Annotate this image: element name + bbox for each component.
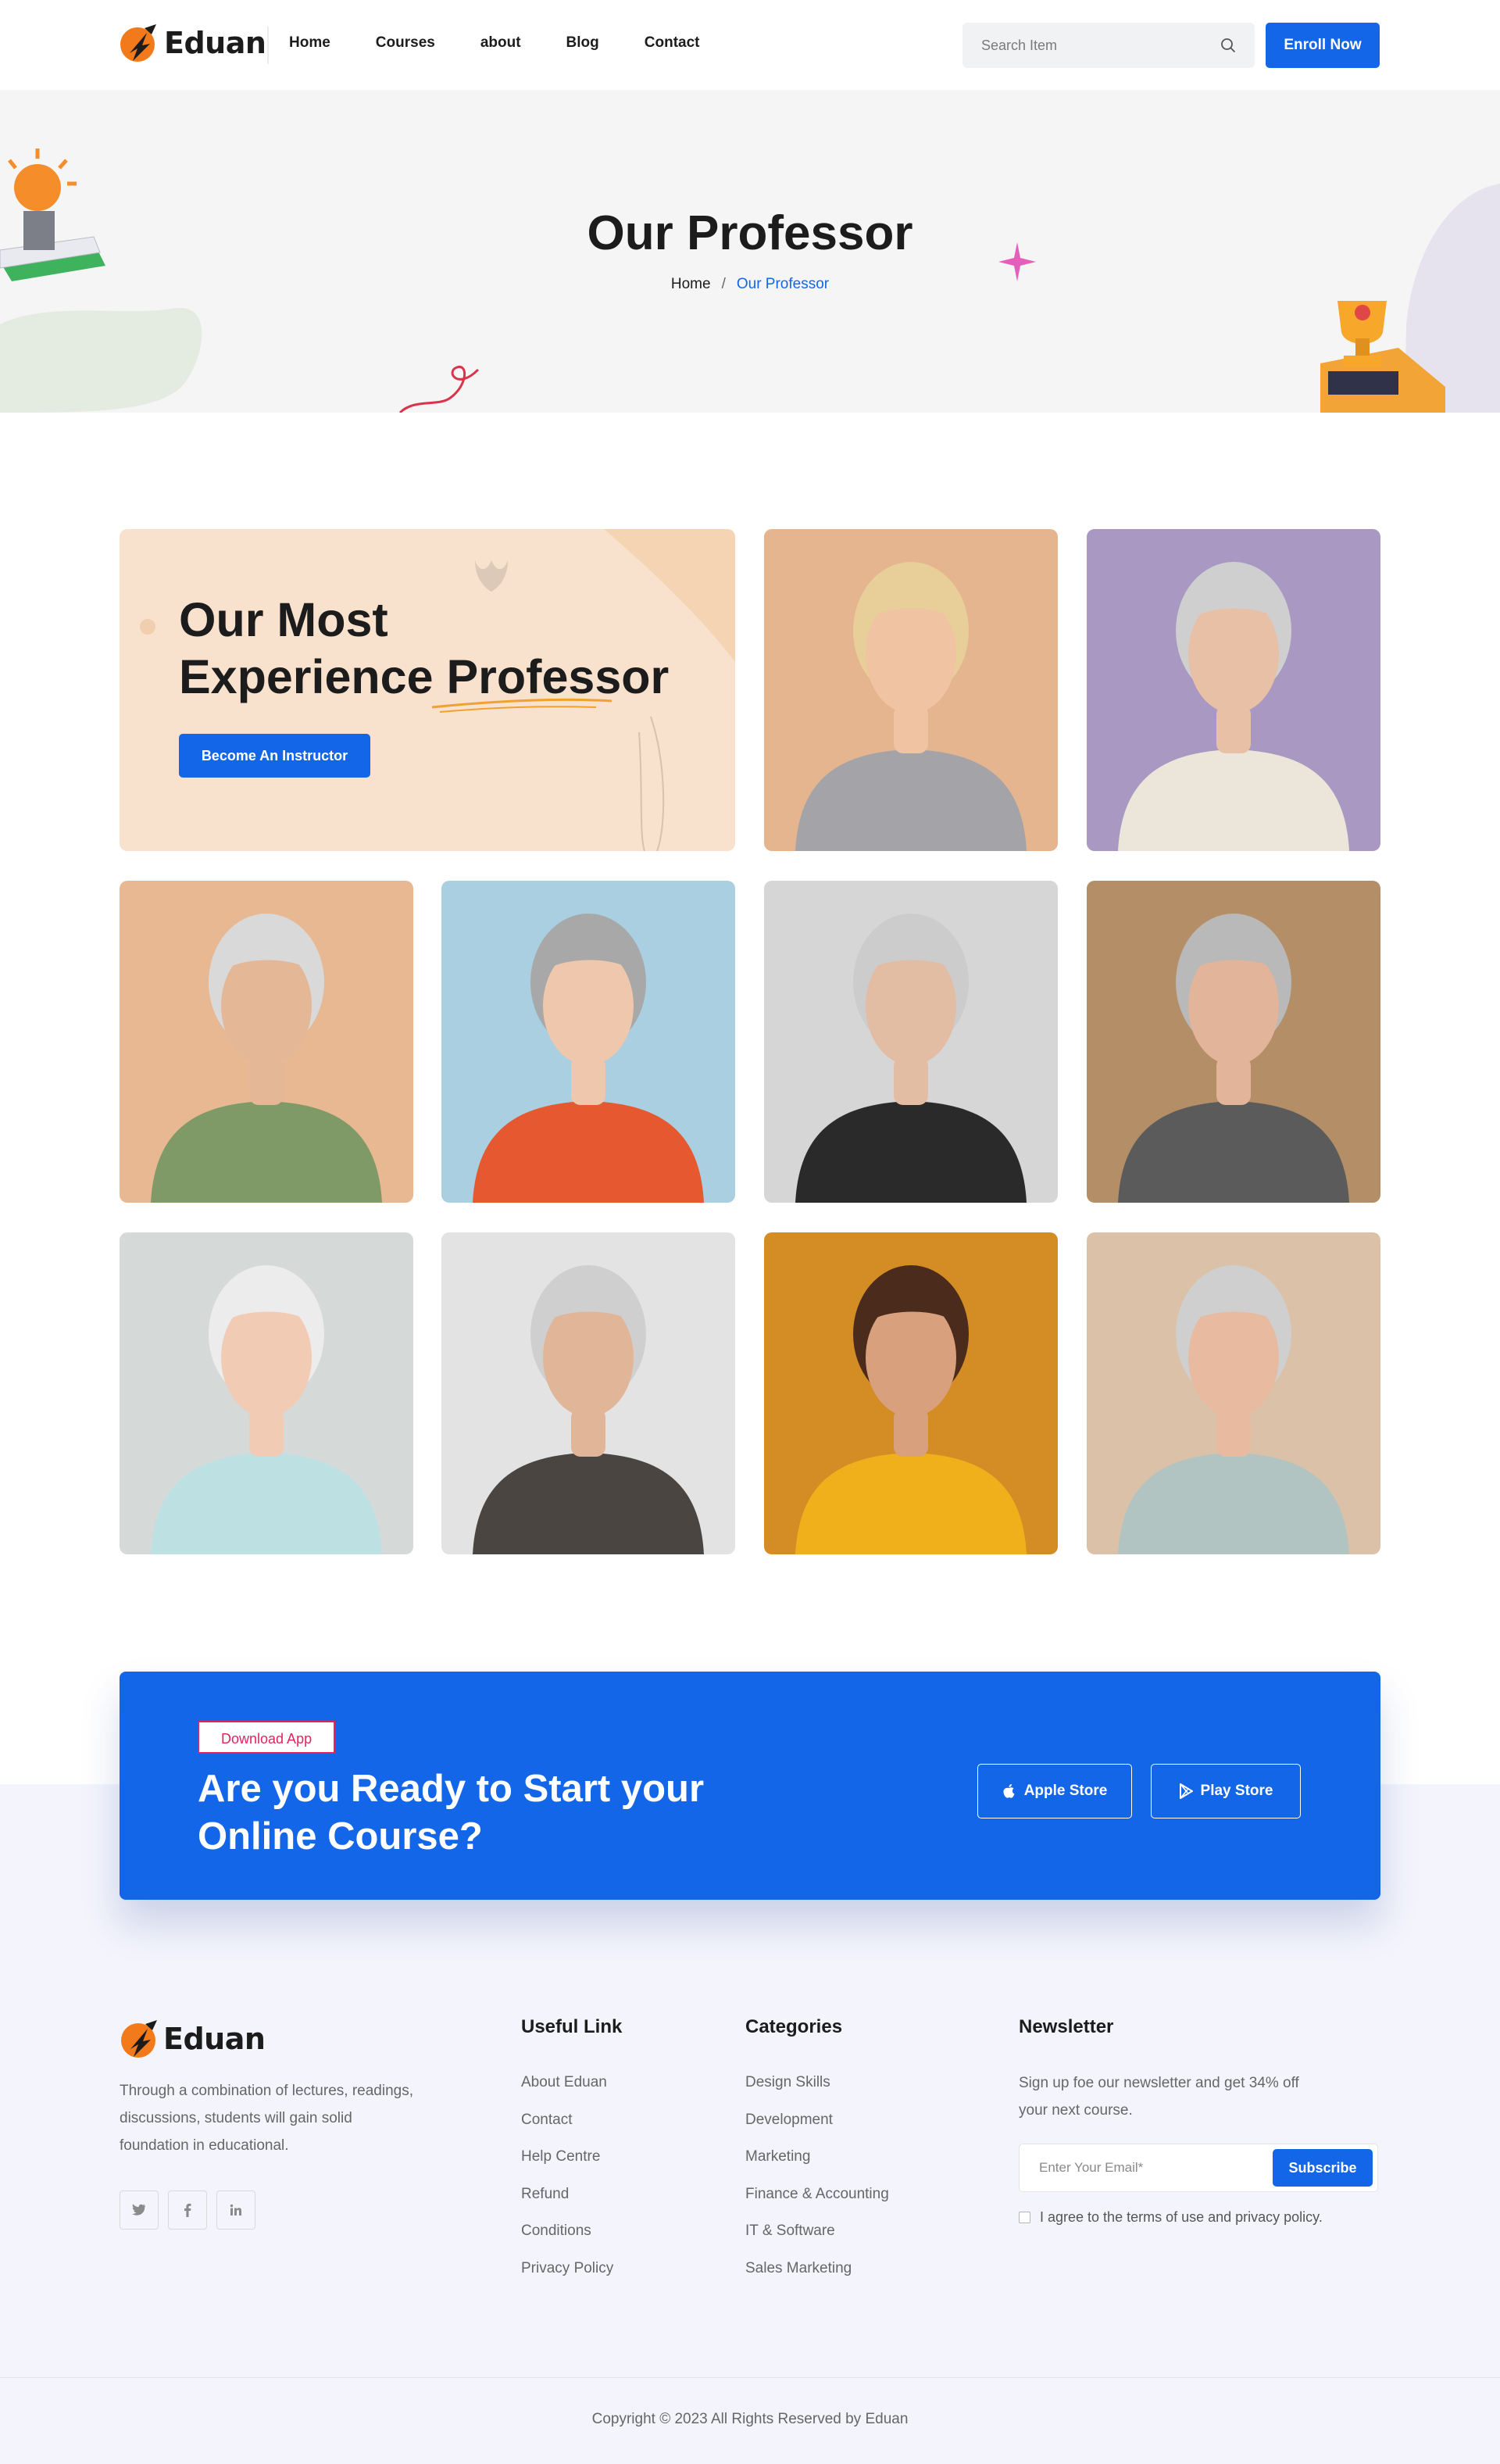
intro-title-line2: Experience Professor	[179, 650, 670, 703]
footer-useful-link[interactable]: Refund	[521, 2186, 569, 2203]
intro-card: Our Most Experience Professor Become An …	[120, 529, 735, 851]
nav-home[interactable]: Home	[289, 34, 330, 52]
footer-divider	[0, 2377, 1500, 2378]
facebook-icon	[184, 2203, 191, 2217]
squiggle-decoration	[398, 366, 480, 413]
newsletter-form: Subscribe	[1019, 2144, 1378, 2192]
terms-agreement: I agree to the terms of use and privacy …	[1019, 2209, 1323, 2226]
apple-icon	[1003, 1784, 1015, 1798]
professor-photo	[473, 914, 704, 1203]
professor-photo	[795, 1265, 1027, 1554]
nav-divider	[267, 27, 269, 64]
twitter-button[interactable]	[120, 2190, 159, 2230]
logo-text: Eduan	[164, 26, 266, 60]
categories-title: Categories	[745, 2016, 843, 2037]
apple-store-label: Apple Store	[1023, 1783, 1108, 1799]
play-store-icon	[1179, 1783, 1193, 1799]
professor-card[interactable]	[441, 881, 735, 1203]
footer-category-link[interactable]: Finance & Accounting	[745, 2186, 889, 2203]
footer-category-link[interactable]: Development	[745, 2112, 833, 2129]
terms-checkbox[interactable]	[1019, 2212, 1030, 2223]
intro-title: Our Most Experience Professor	[179, 592, 669, 706]
nav-blog[interactable]: Blog	[566, 34, 599, 52]
professor-photo	[795, 914, 1027, 1203]
breadcrumb: Home / Our Professor	[0, 276, 1500, 293]
footer-category-link[interactable]: Sales Marketing	[745, 2260, 852, 2277]
professor-photo	[151, 1265, 382, 1554]
twitter-icon	[132, 2204, 145, 2215]
newsletter-email-input[interactable]	[1039, 2160, 1273, 2176]
page-hero: Our Professor Home / Our Professor	[0, 90, 1500, 413]
footer-description: Through a combination of lectures, readi…	[120, 2083, 413, 2154]
professor-photo	[473, 1265, 704, 1554]
footer-useful-link[interactable]: Help Centre	[521, 2148, 600, 2165]
cta-title: Are you Ready to Start your Online Cours…	[198, 1768, 705, 1858]
footer-useful-link[interactable]: Conditions	[521, 2223, 591, 2240]
professor-card[interactable]	[764, 881, 1058, 1203]
nav-about[interactable]: about	[480, 34, 521, 52]
logo-icon	[121, 2020, 157, 2058]
professor-photo	[1118, 1265, 1349, 1554]
nav-contact[interactable]: Contact	[645, 34, 700, 52]
professor-photo	[795, 562, 1027, 851]
download-app-badge: Download App	[198, 1721, 336, 1754]
professor-card[interactable]	[1087, 881, 1380, 1203]
newsletter-title: Newsletter	[1019, 2016, 1114, 2037]
footer-logo[interactable]: Eduan	[120, 2018, 266, 2060]
enroll-now-button[interactable]: Enroll Now	[1266, 23, 1380, 68]
professor-card[interactable]	[1087, 1232, 1380, 1554]
search-icon[interactable]	[1220, 38, 1236, 53]
footer-useful-link[interactable]: Privacy Policy	[521, 2260, 613, 2277]
page-title: Our Professor	[587, 206, 913, 260]
professor-card[interactable]	[120, 881, 413, 1203]
nav-courses[interactable]: Courses	[376, 34, 435, 52]
professor-photo	[1118, 914, 1349, 1203]
professor-photo	[1118, 562, 1349, 851]
professor-card[interactable]	[1087, 529, 1380, 851]
site-header: Eduan Home Courses about Blog Contact En…	[0, 0, 1500, 90]
play-store-label: Play Store	[1200, 1783, 1273, 1799]
linkedin-button[interactable]	[216, 2190, 255, 2230]
professor-grid: Our Most Experience Professor Become An …	[120, 529, 1380, 1554]
footer-category-link[interactable]: Marketing	[745, 2148, 810, 2165]
professor-card[interactable]	[120, 1232, 413, 1554]
become-instructor-button[interactable]: Become An Instructor	[179, 734, 370, 778]
footer-useful-link[interactable]: About Eduan	[521, 2074, 607, 2091]
main-nav: Home Courses about Blog Contact	[289, 34, 745, 52]
professor-card[interactable]	[764, 529, 1058, 851]
footer-category-link[interactable]: Design Skills	[745, 2074, 830, 2091]
professor-photo	[151, 914, 382, 1203]
linkedin-icon	[230, 2204, 241, 2215]
breadcrumb-separator: /	[721, 276, 726, 292]
professor-card[interactable]	[441, 1232, 735, 1554]
professor-card[interactable]	[764, 1232, 1058, 1554]
copyright-text: Copyright © 2023 All Rights Reserved by …	[591, 2411, 909, 2427]
footer-useful-link[interactable]: Contact	[521, 2112, 572, 2129]
subscribe-button[interactable]: Subscribe	[1273, 2149, 1373, 2187]
search-box	[962, 23, 1255, 68]
logo-icon	[120, 24, 156, 62]
play-store-button[interactable]: Play Store	[1151, 1764, 1301, 1818]
terms-label: I agree to the terms of use and privacy …	[1040, 2209, 1323, 2225]
download-app-banner: Download App Are you Ready to Start your…	[120, 1672, 1380, 1900]
intro-title-line1: Our Most	[179, 593, 388, 646]
logo[interactable]: Eduan	[119, 22, 266, 64]
breadcrumb-home[interactable]: Home	[671, 276, 711, 292]
footer-category-link[interactable]: IT & Software	[745, 2223, 835, 2240]
useful-links-title: Useful Link	[521, 2016, 623, 2037]
footer-logo-text: Eduan	[163, 2022, 266, 2056]
apple-store-button[interactable]: Apple Store	[977, 1764, 1132, 1818]
search-input[interactable]	[981, 37, 1220, 54]
breadcrumb-current: Our Professor	[736, 276, 830, 292]
newsletter-text: Sign up foe our newsletter and get 34% o…	[1019, 2075, 1299, 2119]
facebook-button[interactable]	[168, 2190, 207, 2230]
